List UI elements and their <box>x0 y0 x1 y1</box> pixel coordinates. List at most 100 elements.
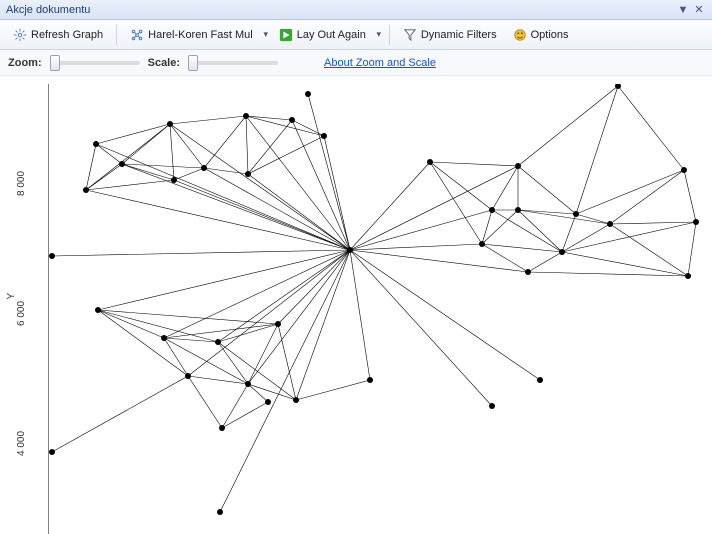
graph-edge <box>618 86 684 170</box>
graph-edge <box>492 210 562 252</box>
zoom-thumb[interactable] <box>50 55 60 71</box>
graph-node[interactable] <box>427 159 433 165</box>
graph-node[interactable] <box>607 221 613 227</box>
graph-edge <box>122 164 204 168</box>
graph-node[interactable] <box>681 167 687 173</box>
layout-again-button[interactable]: Lay Out Again <box>272 24 373 46</box>
options-label: Options <box>531 29 569 41</box>
graph-node[interactable] <box>243 113 249 119</box>
graph-edge <box>518 210 562 252</box>
graph-node[interactable] <box>245 171 251 177</box>
graph-node[interactable] <box>93 141 99 147</box>
graph-edge <box>350 244 482 250</box>
graph-edge <box>350 250 528 272</box>
graph-node[interactable] <box>49 253 55 259</box>
graph-edge <box>170 124 174 180</box>
graph-edge <box>350 250 540 380</box>
close-icon[interactable]: ✕ <box>692 3 706 17</box>
plot-area[interactable]: Y 4 000 6 000 8 000 <box>0 76 712 534</box>
y-tick: 6 000 <box>16 301 27 326</box>
graph-node[interactable] <box>685 273 691 279</box>
graph-node[interactable] <box>185 373 191 379</box>
graph-node[interactable] <box>347 247 353 253</box>
graph-node[interactable] <box>49 449 55 455</box>
graph-edge <box>164 324 278 338</box>
graph-node[interactable] <box>289 117 295 123</box>
graph-edge <box>518 86 618 166</box>
dropdown-icon[interactable]: ▼ <box>676 3 690 17</box>
separator <box>116 25 117 45</box>
zoom-slider[interactable] <box>50 61 140 65</box>
graph-edge <box>96 144 122 164</box>
about-zoom-scale-link[interactable]: About Zoom and Scale <box>324 57 436 69</box>
graph-edge <box>164 338 188 376</box>
network-graph[interactable] <box>48 84 708 534</box>
graph-edge <box>518 166 576 214</box>
graph-edge <box>350 210 492 250</box>
dynamic-filters-button[interactable]: Dynamic Filters <box>396 24 504 46</box>
graph-edge <box>576 214 610 224</box>
graph-edge <box>292 120 324 136</box>
layout-algorithm-button[interactable]: Harel-Koren Fast Mul <box>123 24 260 46</box>
graph-node[interactable] <box>515 207 521 213</box>
graph-edge <box>122 164 350 250</box>
layout-again-label: Lay Out Again <box>297 29 366 41</box>
graph-edge <box>218 324 278 342</box>
graph-node[interactable] <box>95 307 101 313</box>
graph-edge <box>188 376 222 428</box>
graph-node[interactable] <box>83 187 89 193</box>
graph-node[interactable] <box>201 165 207 171</box>
graph-node[interactable] <box>559 249 565 255</box>
graph-edge <box>350 162 430 250</box>
graph-edge <box>164 250 350 338</box>
graph-edge <box>246 116 324 136</box>
graph-node[interactable] <box>367 377 373 383</box>
graph-edge <box>430 162 482 244</box>
window-title: Akcje dokumentu <box>6 4 90 16</box>
graph-node[interactable] <box>265 399 271 405</box>
graph-node[interactable] <box>171 177 177 183</box>
graph-node[interactable] <box>161 335 167 341</box>
graph-node[interactable] <box>515 163 521 169</box>
graph-node[interactable] <box>305 91 311 97</box>
layout-again-dropdown[interactable]: ▾ <box>375 29 383 40</box>
graph-edge <box>248 384 268 402</box>
graph-edge <box>248 324 278 384</box>
title-bar: Akcje dokumentu ▼ ✕ <box>0 0 712 20</box>
toolbar: Refresh Graph Harel-Koren Fast Mul ▾ Lay… <box>0 20 712 50</box>
graph-edge <box>204 168 350 250</box>
graph-edge <box>98 310 188 376</box>
graph-node[interactable] <box>525 269 531 275</box>
graph-node[interactable] <box>489 207 495 213</box>
graph-edge <box>688 222 696 276</box>
graph-edge <box>296 250 350 400</box>
graph-node[interactable] <box>293 397 299 403</box>
graph-node[interactable] <box>217 509 223 515</box>
graph-node[interactable] <box>321 133 327 139</box>
graph-edge <box>518 210 576 214</box>
graph-node[interactable] <box>219 425 225 431</box>
graph-node[interactable] <box>119 161 125 167</box>
options-button[interactable]: Options <box>506 24 576 46</box>
graph-edge <box>430 162 518 166</box>
refresh-graph-button[interactable]: Refresh Graph <box>6 24 110 46</box>
graph-node[interactable] <box>489 403 495 409</box>
graph-edge <box>684 170 696 222</box>
graph-edge <box>164 338 248 384</box>
scale-thumb[interactable] <box>188 55 198 71</box>
graph-node[interactable] <box>693 219 699 225</box>
graph-edge <box>562 252 688 276</box>
graph-edge <box>98 250 350 310</box>
graph-node[interactable] <box>275 321 281 327</box>
graph-node[interactable] <box>167 121 173 127</box>
graph-node[interactable] <box>573 211 579 217</box>
graph-edge <box>174 168 204 180</box>
graph-node[interactable] <box>215 339 221 345</box>
layout-algo-dropdown[interactable]: ▾ <box>262 29 270 40</box>
scale-slider[interactable] <box>188 61 278 65</box>
graph-node[interactable] <box>479 241 485 247</box>
graph-node[interactable] <box>245 381 251 387</box>
scale-label: Scale: <box>148 57 180 69</box>
graph-node[interactable] <box>537 377 543 383</box>
dynamic-filters-label: Dynamic Filters <box>421 29 497 41</box>
